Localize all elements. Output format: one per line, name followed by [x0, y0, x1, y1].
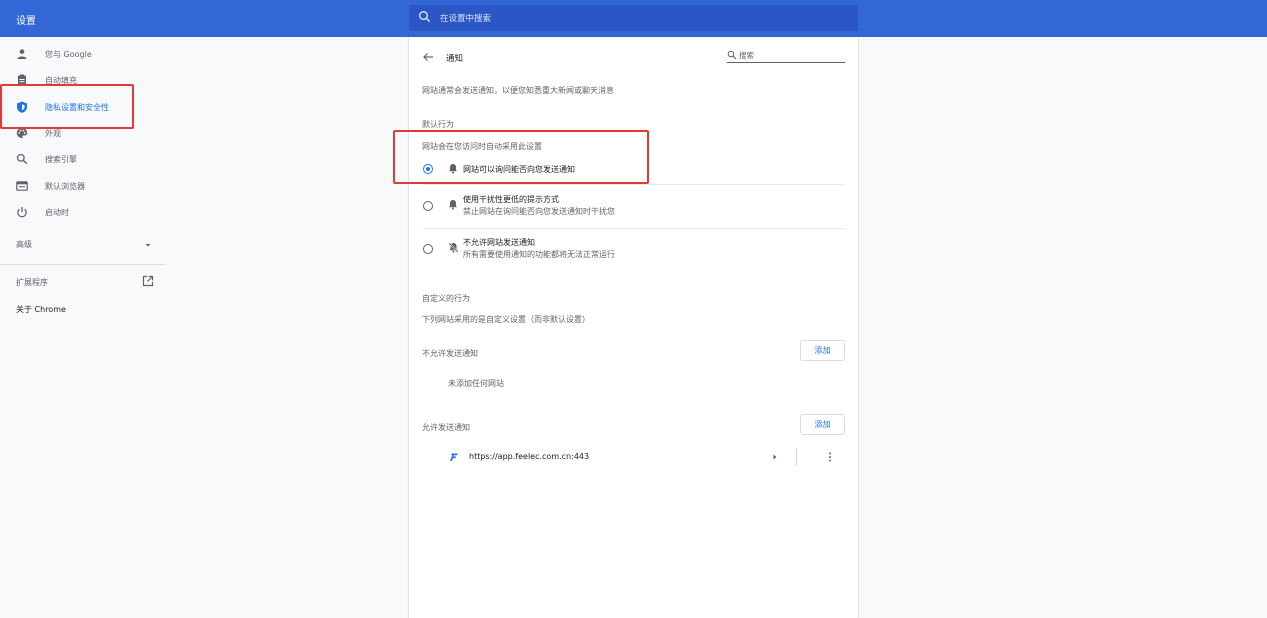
add-blocked-button[interactable]: 添加 [800, 340, 845, 361]
sidebar-item-label: 自动填充 [45, 76, 77, 85]
sidebar-extensions[interactable]: 扩展程序 [16, 277, 48, 288]
radio-block[interactable] [423, 244, 433, 254]
sidebar-item-label: 启动时 [45, 208, 69, 217]
option-subtitle: 禁止网站在询问能否向您发送通知时干扰您 [463, 207, 615, 216]
row-divider [796, 448, 797, 466]
person-icon [16, 48, 28, 60]
option-title: 网站可以询问能否向您发送通知 [463, 165, 575, 174]
content-search-input[interactable]: 搜索 [727, 49, 845, 63]
sidebar-advanced[interactable]: 高级 [16, 239, 32, 250]
section-custom-behavior: 自定义的行为 [422, 294, 470, 303]
search-icon [727, 50, 737, 63]
app-title: 设置 [16, 16, 36, 27]
sidebar-item-privacy-security[interactable]: 隐私设置和安全性 [0, 97, 165, 119]
add-allowed-button[interactable]: 添加 [800, 414, 845, 435]
page-description: 网站通常会发送通知，以便您知悉重大新闻或聊天消息 [422, 86, 614, 95]
content-search-label: 搜索 [739, 51, 754, 60]
sidebar-divider [0, 264, 165, 265]
section-default-behavior: 默认行为 [422, 120, 454, 129]
chevron-down-icon[interactable] [143, 240, 153, 253]
search-icon [418, 10, 432, 27]
sidebar-item-label: 隐私设置和安全性 [45, 103, 109, 112]
shield-icon [16, 101, 28, 113]
sidebar-item-autofill[interactable]: 自动填充 [0, 70, 165, 92]
divider [423, 228, 845, 229]
bell-icon [448, 163, 458, 177]
site-url: https://app.feelec.com.cn:443 [469, 452, 590, 461]
page-title: 通知 [446, 54, 464, 64]
sidebar-item-search-engine[interactable]: 搜索引擎 [0, 149, 165, 171]
palette-icon [16, 127, 28, 139]
option-allow-ask[interactable]: 网站可以询问能否向您发送通知 [409, 157, 858, 183]
option-quieter[interactable]: 使用干扰性更低的提示方式 禁止网站在询问能否向您发送通知时干扰您 [409, 190, 858, 220]
sidebar-item-label: 搜索引擎 [45, 155, 77, 164]
option-title: 使用干扰性更低的提示方式 [463, 195, 559, 204]
power-icon [16, 206, 28, 218]
allowed-label: 允许发送通知 [422, 423, 470, 432]
site-favicon-icon [449, 452, 459, 465]
blocked-empty-text: 未添加任何网站 [448, 379, 504, 388]
clipboard-icon [16, 74, 28, 86]
option-block[interactable]: 不允许网站发送通知 所有需要使用通知的功能都将无法正常运行 [409, 233, 858, 263]
sidebar-item-default-browser[interactable]: 默认浏览器 [0, 176, 165, 198]
top-bar: 设置 在设置中搜索 [0, 0, 1267, 37]
sidebar-item-label: 默认浏览器 [45, 182, 85, 191]
site-row[interactable]: https://app.feelec.com.cn:443 [409, 445, 858, 469]
radio-allow-ask[interactable] [423, 164, 433, 174]
search-placeholder: 在设置中搜索 [440, 14, 492, 24]
sidebar-item-label: 外观 [45, 129, 61, 138]
open-in-new-icon[interactable] [142, 275, 154, 290]
radio-quieter[interactable] [423, 201, 433, 211]
search-icon [16, 153, 28, 165]
blocked-label: 不允许发送通知 [422, 349, 478, 358]
settings-search-input[interactable]: 在设置中搜索 [409, 5, 858, 31]
bell-off-icon [448, 242, 459, 256]
option-title: 不允许网站发送通知 [463, 238, 535, 247]
sidebar-item-label: 您与 Google [45, 50, 92, 59]
sidebar-about-chrome[interactable]: 关于 Chrome [16, 304, 66, 315]
arrow-right-icon[interactable] [771, 453, 779, 464]
bell-icon [448, 199, 458, 213]
more-vert-icon[interactable] [827, 451, 833, 466]
option-subtitle: 所有需要使用通知的功能都将无法正常运行 [463, 250, 615, 259]
sidebar: 您与 Google 自动填充 隐私设置和安全性 外观 搜索引擎 默认浏览器 启动… [0, 37, 165, 618]
default-behavior-subtitle: 网站会在您访问时自动采用此设置 [422, 142, 542, 151]
custom-behavior-subtitle: 下列网站采用的是自定义设置（而非默认设置） [422, 315, 590, 324]
back-arrow-icon[interactable] [422, 51, 434, 66]
sidebar-item-you-and-google[interactable]: 您与 Google [0, 44, 165, 66]
sidebar-item-on-startup[interactable]: 启动时 [0, 202, 165, 224]
browser-icon [16, 180, 28, 192]
notifications-card: 通知 搜索 网站通常会发送通知，以便您知悉重大新闻或聊天消息 默认行为 网站会在… [409, 37, 858, 618]
divider [423, 184, 845, 185]
sidebar-item-appearance[interactable]: 外观 [0, 123, 165, 145]
